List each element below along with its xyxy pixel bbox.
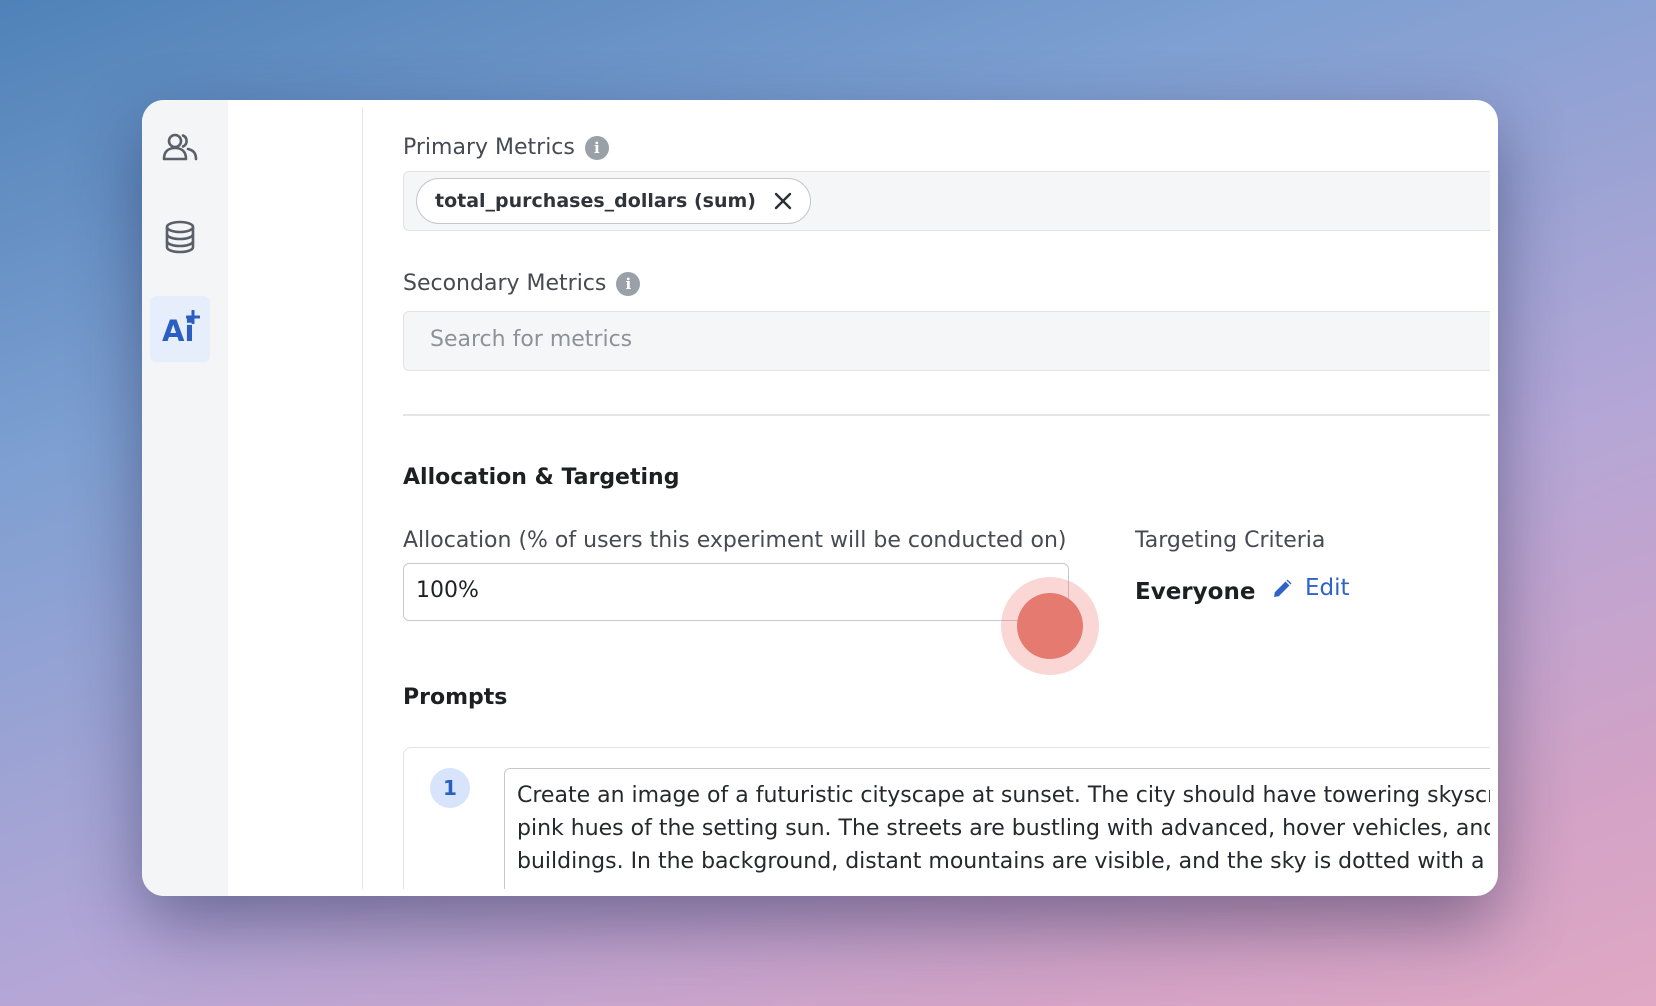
app-window: Ai Primary Metrics i total_purchases_dol… [142, 100, 1498, 896]
search-placeholder: Search for metrics [430, 327, 633, 352]
icon-rail: Ai [142, 100, 228, 896]
ai-sparkle-icon: Ai [162, 310, 200, 348]
primary-metrics-label: Primary Metrics i [403, 135, 609, 160]
prompt-line: Create an image of a futuristic cityscap… [517, 783, 1490, 808]
metric-chip[interactable]: total_purchases_dollars (sum) [416, 178, 811, 224]
click-indicator [1017, 593, 1083, 659]
main-content: Primary Metrics i total_purchases_dollar… [363, 107, 1490, 889]
secondary-nav [228, 107, 363, 889]
targeting-criteria-label: Targeting Criteria [1135, 528, 1326, 553]
database-icon [165, 220, 195, 254]
prompts-title: Prompts [403, 685, 508, 710]
rail-item-ai[interactable]: Ai [150, 296, 210, 362]
pencil-icon [1274, 579, 1292, 597]
primary-metrics-input[interactable]: total_purchases_dollars (sum) [403, 171, 1490, 231]
edit-targeting-button[interactable]: Edit [1271, 575, 1350, 601]
prompt-textarea[interactable]: Create an image of a futuristic cityscap… [504, 768, 1490, 889]
info-icon[interactable]: i [616, 271, 641, 296]
prompt-card: 1 Create an image of a futuristic citysc… [403, 747, 1490, 889]
users-icon [162, 133, 198, 161]
section-divider [403, 414, 1490, 416]
allocation-targeting-title: Allocation & Targeting [403, 465, 680, 490]
prompt-line: pink hues of the setting sun. The street… [517, 816, 1490, 841]
rail-item-users[interactable] [150, 114, 210, 180]
info-icon[interactable]: i [584, 135, 609, 160]
secondary-metrics-search-input[interactable]: Search for metrics [403, 311, 1490, 371]
allocation-input[interactable]: 100% [403, 563, 1069, 621]
prompt-line: buildings. In the background, distant mo… [517, 849, 1490, 874]
rail-item-database[interactable] [150, 204, 210, 270]
allocation-label: Allocation (% of users this experiment w… [403, 528, 1067, 553]
targeting-criteria-value: Everyone [1135, 579, 1256, 605]
close-icon[interactable] [774, 192, 792, 210]
secondary-metrics-label: Secondary Metrics i [403, 271, 641, 296]
prompt-number-badge: 1 [430, 768, 470, 808]
